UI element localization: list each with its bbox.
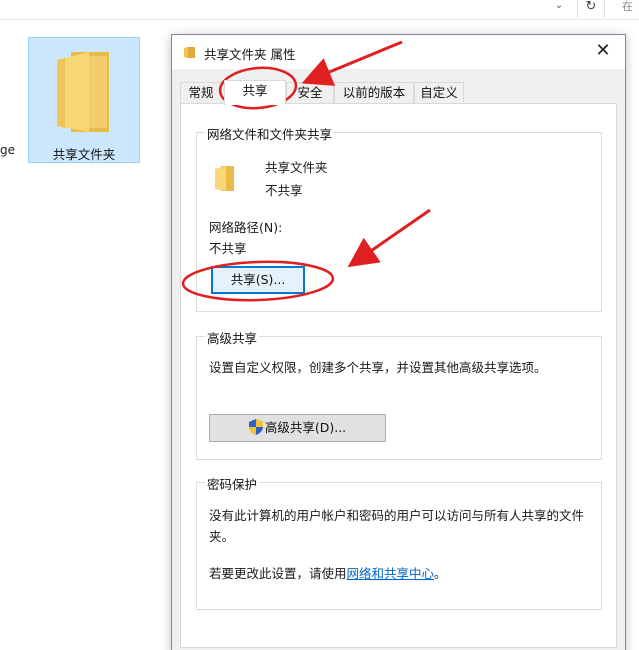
tab-general[interactable]: 常规 (180, 82, 222, 104)
share-button[interactable]: 共享(S)... (211, 266, 305, 294)
explorer-address-bar: ⌄ ↻ 在 (0, 0, 639, 20)
network-sharing-legend: 网络文件和文件夹共享 (205, 124, 335, 143)
folder-icon (184, 47, 195, 58)
advanced-sharing-button-label: 高级共享(D)... (264, 420, 347, 435)
advanced-sharing-description: 设置自定义权限，创建多个共享，并设置其他高级共享选项。 (209, 360, 547, 375)
close-icon[interactable]: ✕ (586, 39, 620, 65)
change-setting-suffix: 。 (434, 566, 447, 581)
advanced-sharing-group: 高级共享 设置自定义权限，创建多个共享，并设置其他高级共享选项。 高级共享(D)… (196, 328, 602, 460)
folder-icon (215, 166, 234, 191)
folder-item-shared[interactable]: 共享文件夹 (28, 37, 140, 163)
tab-sharing[interactable]: 共享 (224, 80, 286, 105)
search-box-stub[interactable]: 在 (622, 0, 639, 18)
network-path-label: 网络路径(N): (209, 220, 283, 235)
network-sharing-group: 网络文件和文件夹共享 共享文件夹 不共享 网络路径(N): 不共享 共享(S).… (196, 124, 602, 312)
properties-dialog: 共享文件夹 属性 ✕ 常规 共享 安全 以前的版本 自定义 网络文件和文件夹共享… (171, 34, 626, 650)
partial-item-label: ge (0, 143, 15, 157)
dialog-title: 共享文件夹 属性 (204, 47, 296, 62)
tab-previous-versions[interactable]: 以前的版本 (334, 82, 414, 104)
password-protection-description: 没有此计算机的用户帐户和密码的用户可以访问与所有人共享的文件夹。 (209, 508, 585, 544)
password-protection-legend: 密码保护 (205, 474, 260, 493)
network-path-value: 不共享 (209, 241, 247, 256)
network-sharing-center-link[interactable]: 网络和共享中心 (347, 566, 435, 581)
tab-security[interactable]: 安全 (286, 82, 334, 104)
advanced-sharing-legend: 高级共享 (205, 328, 260, 347)
folder-item-label: 共享文件夹 (52, 147, 116, 162)
folder-icon (57, 52, 109, 132)
advanced-sharing-button[interactable]: 高级共享(D)... (209, 414, 386, 442)
tab-customize[interactable]: 自定义 (414, 82, 464, 104)
change-setting-line: 若要更改此设置，请使用网络和共享中心。 (209, 563, 447, 582)
password-protection-group: 密码保护 没有此计算机的用户帐户和密码的用户可以访问与所有人共享的文件夹。 若要… (196, 474, 602, 610)
address-dropdown-icon[interactable]: ⌄ (548, 0, 570, 16)
refresh-icon[interactable]: ↻ (577, 0, 605, 18)
shared-folder-name: 共享文件夹 (265, 160, 328, 175)
share-status: 不共享 (265, 183, 303, 198)
change-setting-prefix: 若要更改此设置，请使用 (209, 566, 347, 581)
uac-shield-icon (248, 419, 263, 435)
sharing-tab-panel: 网络文件和文件夹共享 共享文件夹 不共享 网络路径(N): 不共享 共享(S).… (180, 103, 617, 648)
dialog-titlebar[interactable]: 共享文件夹 属性 ✕ (172, 35, 625, 69)
